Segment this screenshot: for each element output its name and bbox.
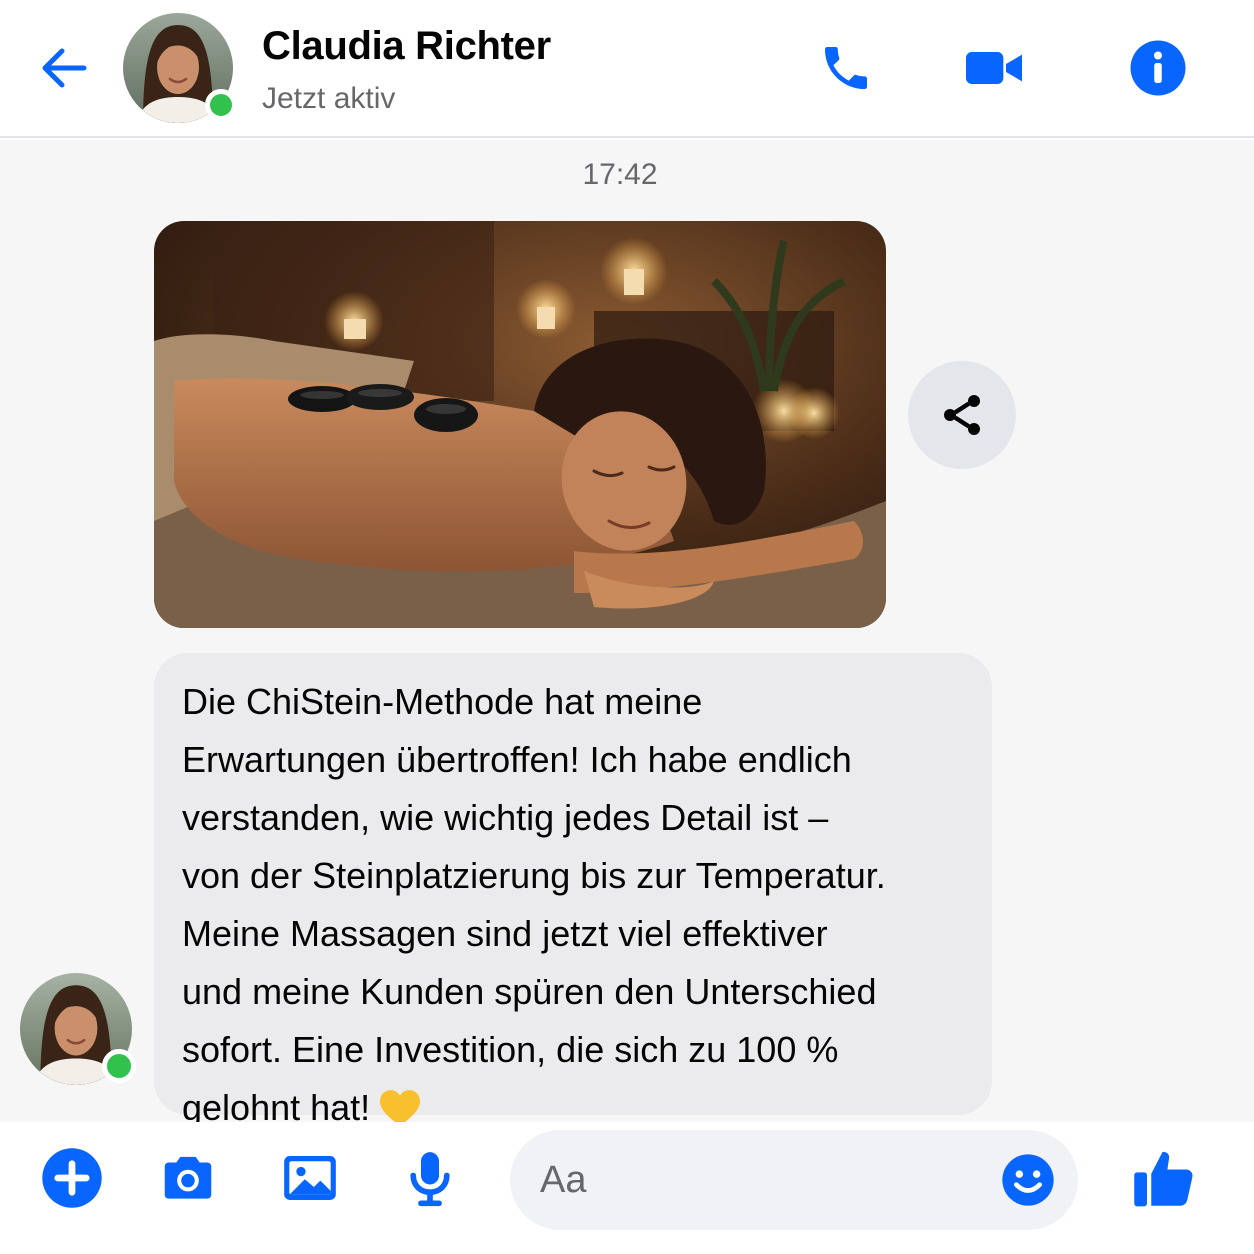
smiley-icon [1002, 1154, 1054, 1206]
image-icon [284, 1156, 336, 1200]
info-icon [1130, 40, 1186, 96]
sender-avatar[interactable] [20, 973, 136, 1085]
plus-circle-icon [42, 1148, 102, 1208]
phone-icon [825, 47, 867, 89]
back-button[interactable] [36, 40, 92, 96]
massage-photo [154, 221, 886, 628]
camera-icon [164, 1156, 212, 1199]
share-icon [944, 395, 980, 435]
thumbs-up-icon [1134, 1151, 1193, 1207]
video-call-button[interactable] [962, 36, 1026, 100]
online-indicator [205, 89, 237, 121]
emoji-button[interactable] [1000, 1152, 1056, 1208]
camera-button[interactable] [156, 1146, 220, 1210]
contact-name[interactable]: Claudia Richter [262, 24, 551, 69]
message-thread[interactable]: 17:42 Die ChiStein-Methode hat meine Erw… [0, 140, 1254, 1128]
contact-avatar[interactable] [123, 13, 237, 123]
gallery-button[interactable] [278, 1146, 342, 1210]
voice-call-button[interactable] [814, 36, 878, 100]
message-body: Die ChiStein-Methode hat meine Erwartung… [182, 681, 886, 1128]
arrow-left-icon [42, 48, 87, 88]
message-input-container [510, 1130, 1078, 1230]
voice-message-button[interactable] [398, 1146, 462, 1210]
message-timestamp: 17:42 [582, 158, 658, 191]
online-indicator [102, 1049, 136, 1083]
message-composer [0, 1122, 1254, 1254]
share-button[interactable] [908, 361, 1016, 469]
add-button[interactable] [40, 1146, 104, 1210]
microphone-icon [410, 1152, 450, 1207]
message-text: Die ChiStein-Methode hat meine Erwartung… [182, 673, 964, 1145]
chat-header: Claudia Richter Jetzt aktiv [0, 0, 1254, 138]
contact-status: Jetzt aktiv [262, 82, 396, 115]
video-camera-icon [966, 52, 1022, 84]
info-button[interactable] [1126, 36, 1190, 100]
like-button[interactable] [1128, 1142, 1200, 1214]
photo-message[interactable] [154, 221, 886, 628]
message-input[interactable] [540, 1130, 1000, 1230]
text-message-bubble[interactable]: Die ChiStein-Methode hat meine Erwartung… [154, 653, 992, 1128]
